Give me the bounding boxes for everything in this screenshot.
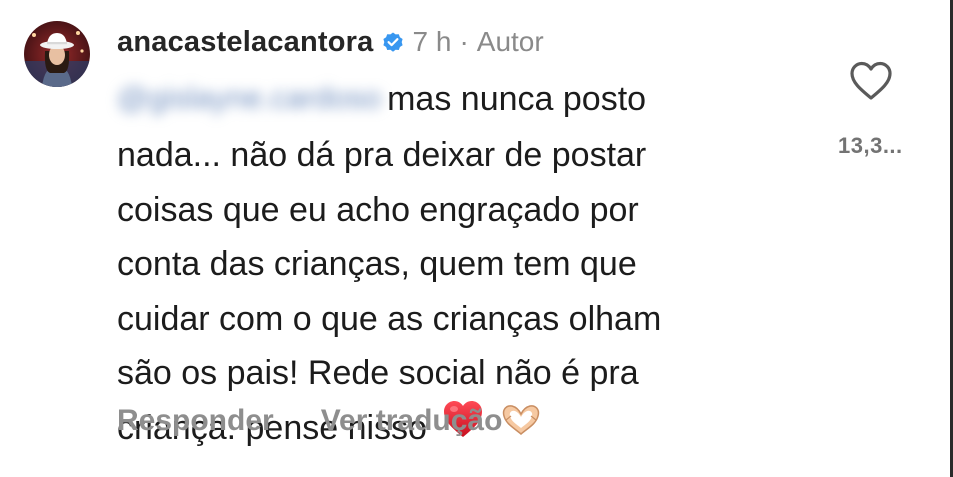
comment-text-line: mas nunca posto [387, 80, 647, 118]
like-heart-icon[interactable] [848, 60, 894, 102]
comment-text: @gislayne.cardoso mas nunca posto nada...… [117, 72, 817, 458]
comment-actions: Responder Ver tradução [117, 404, 502, 438]
comment-text-line: nada... não dá pra deixar de postar [117, 136, 647, 175]
like-count: 13,3... [838, 133, 903, 158]
comment-text-line: cuidar com o que as crianças olham [117, 299, 662, 338]
comment-text-line: são os pais! Rede social não é pra [117, 354, 639, 393]
mention-link-blurred[interactable]: @gislayne.cardoso [117, 71, 381, 126]
avatar[interactable] [24, 21, 90, 87]
author-badge: Autor [476, 26, 544, 57]
username-link[interactable]: anacastelacantora [117, 26, 374, 59]
comment-text-line: coisas que eu acho engraçado por [117, 190, 639, 229]
verified-badge-icon [381, 30, 405, 54]
meta-separator: · [459, 26, 469, 57]
comment-line-1: @gislayne.cardoso mas nunca posto [117, 72, 817, 128]
see-translation-button[interactable]: Ver tradução [321, 404, 503, 438]
reply-button[interactable]: Responder [117, 404, 274, 438]
comment-text-line: conta das crianças, quem tem que [117, 245, 637, 284]
heart-hands-icon [500, 400, 542, 455]
comment-header: anacastelacantora 7 h · Autor [117, 22, 544, 62]
comment-timestamp: 7 h [412, 26, 452, 57]
